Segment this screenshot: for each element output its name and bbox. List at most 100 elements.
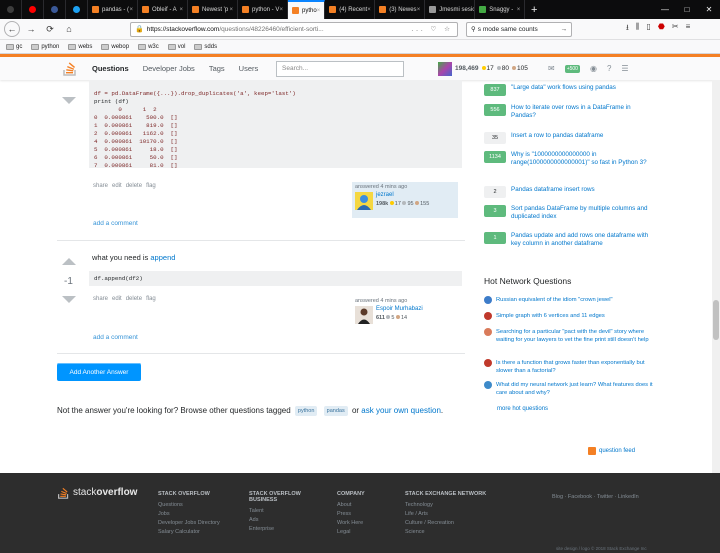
post-delete-link[interactable]: delete: [126, 183, 142, 189]
site-switcher-icon[interactable]: ☰: [621, 64, 628, 73]
browser-tab[interactable]: (4) Recent ×: [325, 0, 376, 19]
tag-pandas[interactable]: pandas: [323, 405, 348, 416]
search-go-icon[interactable]: →: [561, 26, 568, 33]
related-question-title[interactable]: Sort pandas DataFrame by multiple column…: [511, 205, 654, 221]
extension-icon[interactable]: ⬣: [658, 22, 665, 36]
bookmark-item[interactable]: w3c: [138, 43, 159, 50]
footer-link[interactable]: Ads: [249, 516, 329, 525]
bookmark-item[interactable]: gc: [6, 43, 22, 50]
close-icon[interactable]: ×: [229, 7, 233, 13]
related-question[interactable]: 35 Insert a row to pandas dataframe: [484, 132, 654, 144]
hot-question-title[interactable]: What did my neural network just learn? W…: [496, 381, 654, 397]
hot-question[interactable]: Is there a function that grows faster th…: [484, 359, 654, 375]
browser-tab[interactable]: [22, 0, 44, 19]
close-icon[interactable]: ×: [279, 7, 283, 13]
related-question-title[interactable]: "Large data" work flows using pandas: [511, 84, 616, 92]
footer-link[interactable]: Developer Jobs Directory: [158, 519, 238, 528]
inbox-icon[interactable]: ✉: [548, 64, 555, 73]
page-actions[interactable]: ... ♡ ☆: [411, 25, 453, 33]
related-question[interactable]: 1 Pandas update and add rows one datafram…: [484, 232, 654, 248]
bookmark-item[interactable]: sdds: [194, 43, 217, 50]
minimize-icon[interactable]: —: [654, 0, 676, 19]
post-flag-link[interactable]: flag: [146, 296, 156, 302]
sidebar-icon[interactable]: ▯: [647, 22, 651, 36]
maximize-icon[interactable]: □: [676, 0, 698, 19]
avatar[interactable]: [438, 61, 452, 76]
screenshot-icon[interactable]: ✂: [672, 22, 679, 36]
footer-link[interactable]: Salary Calculator: [158, 528, 238, 537]
nav-users[interactable]: Users: [239, 64, 259, 73]
help-icon[interactable]: ?: [607, 64, 611, 73]
browser-tab[interactable]: Jmesmi sesion×: [425, 0, 476, 19]
post-share-link[interactable]: share: [93, 183, 108, 189]
post-flag-link[interactable]: flag: [146, 183, 156, 189]
downvote-button[interactable]: [62, 97, 76, 104]
browser-tab[interactable]: (3) Newes ×: [375, 0, 426, 19]
hot-question-title[interactable]: Russian equivalent of the idiom "crown j…: [496, 296, 613, 304]
page-scrollbar[interactable]: [712, 80, 720, 473]
user-avatar[interactable]: [355, 192, 373, 210]
nav-developer-jobs[interactable]: Developer Jobs: [143, 64, 195, 73]
more-hot-questions-link[interactable]: more hot questions: [497, 406, 548, 412]
ask-question-link[interactable]: ask your own question: [361, 406, 441, 415]
footer-link[interactable]: Culture / Recreation: [405, 519, 495, 528]
footer-social-links[interactable]: Blog · Facebook · Twitter · LinkedIn: [552, 494, 639, 500]
hot-question[interactable]: Simple graph with 6 vertices and 11 edge…: [484, 312, 654, 320]
tag-python[interactable]: python: [294, 405, 318, 416]
related-question-title[interactable]: Why is "1000000000000000 in range(100000…: [511, 151, 654, 167]
bookmark-item[interactable]: python: [31, 43, 59, 50]
footer-logo[interactable]: stackoverflow: [57, 485, 137, 500]
stackoverflow-logo-icon[interactable]: [62, 60, 78, 76]
user-card[interactable]: 198,469 17 80 105: [438, 61, 528, 76]
user-avatar[interactable]: [355, 306, 373, 324]
browser-tab[interactable]: pytho ×: [288, 0, 326, 19]
post-share-link[interactable]: share: [93, 296, 108, 302]
close-icon[interactable]: ×: [417, 7, 421, 13]
user-name-link[interactable]: jezrael: [376, 192, 394, 198]
post-edit-link[interactable]: edit: [112, 183, 122, 189]
append-link[interactable]: append: [150, 253, 175, 262]
bookmark-item[interactable]: vol: [167, 43, 185, 50]
reload-button[interactable]: ⟳: [42, 21, 58, 37]
hot-question[interactable]: What did my neural network just learn? W…: [484, 381, 654, 397]
footer-link[interactable]: Enterprise: [249, 525, 329, 534]
related-question-title[interactable]: Pandas dataframe insert rows: [511, 186, 595, 194]
library-icon[interactable]: ⫼: [636, 22, 640, 36]
download-icon[interactable]: ⭳: [626, 22, 629, 36]
related-question-title[interactable]: Pandas update and add rows one dataframe…: [511, 232, 654, 248]
new-tab-icon[interactable]: +: [525, 0, 543, 19]
footer-link[interactable]: Jobs: [158, 510, 238, 519]
so-search-input[interactable]: Search...: [276, 60, 404, 77]
close-icon[interactable]: ×: [179, 7, 183, 13]
bookmark-item[interactable]: webop: [101, 43, 129, 50]
related-question[interactable]: 1134 Why is "1000000000000000 in range(10…: [484, 151, 654, 167]
footer-link[interactable]: Questions: [158, 501, 238, 510]
close-icon[interactable]: ×: [317, 8, 321, 14]
browser-tab[interactable]: [66, 0, 88, 19]
hot-question[interactable]: Russian equivalent of the idiom "crown j…: [484, 296, 654, 304]
related-question[interactable]: 837 "Large data" work flows using pandas: [484, 84, 654, 96]
related-question[interactable]: 2 Pandas dataframe insert rows: [484, 186, 654, 198]
hot-question-title[interactable]: Is there a function that grows faster th…: [496, 359, 654, 375]
nav-tags[interactable]: Tags: [209, 64, 225, 73]
close-window-icon[interactable]: ✕: [698, 0, 720, 19]
user-name-link[interactable]: Espoir Murhabazi: [376, 306, 423, 312]
hot-question-title[interactable]: Simple graph with 6 vertices and 11 edge…: [496, 312, 605, 320]
browser-search-input[interactable]: ⚲ s mode same counts →: [466, 21, 572, 37]
close-icon[interactable]: ×: [129, 7, 133, 13]
footer-link[interactable]: Science: [405, 528, 495, 537]
add-comment-link[interactable]: add a comment: [93, 220, 138, 227]
question-feed-link[interactable]: question feed: [588, 447, 635, 455]
post-edit-link[interactable]: edit: [112, 296, 122, 302]
post-delete-link[interactable]: delete: [126, 296, 142, 302]
scrollbar-thumb[interactable]: [713, 300, 719, 340]
close-icon[interactable]: ×: [517, 7, 521, 13]
close-icon[interactable]: ×: [367, 7, 371, 13]
add-another-answer-button[interactable]: Add Another Answer: [57, 363, 141, 381]
hot-question-title[interactable]: Searching for a particular "pact with th…: [496, 328, 654, 344]
back-button[interactable]: ←: [4, 21, 20, 37]
related-question[interactable]: 3 Sort pandas DataFrame by multiple colum…: [484, 205, 654, 221]
related-question-title[interactable]: How to iterate over rows in a DataFrame …: [511, 104, 654, 120]
browser-tab[interactable]: python - V ×: [238, 0, 288, 19]
browser-tab[interactable]: pandas - (×: [88, 0, 138, 19]
